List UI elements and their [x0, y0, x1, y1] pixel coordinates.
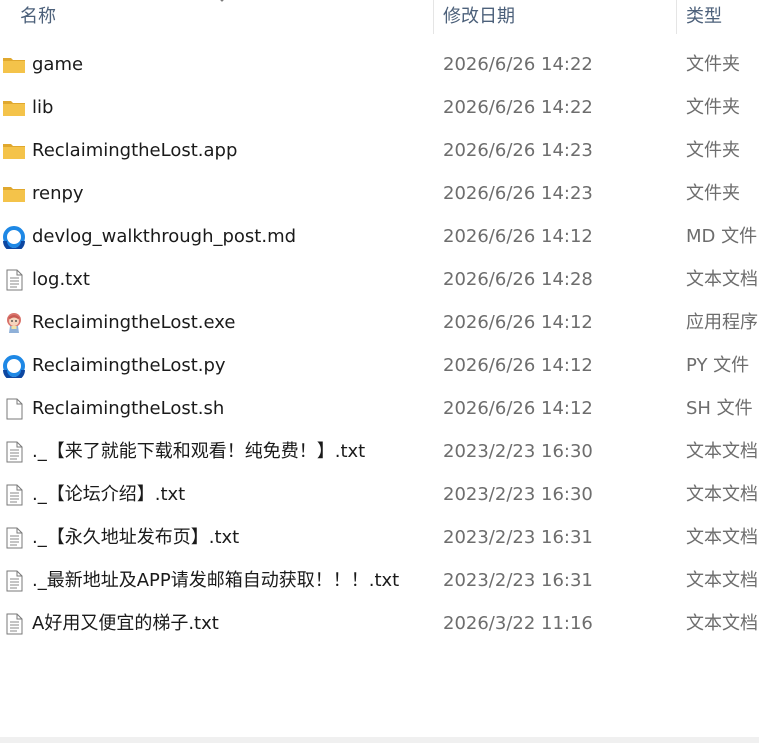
file-modified-date: 2026/6/26 14:23	[443, 183, 593, 204]
file-name: ._【论坛介绍】.txt	[32, 484, 186, 505]
file-modified-date: 2026/3/22 11:16	[443, 613, 593, 634]
column-header-name[interactable]: 名称	[20, 0, 56, 34]
ring-app-icon	[2, 354, 26, 381]
file-type: 文本文档	[686, 269, 758, 290]
file-type: PY 文件	[686, 355, 750, 376]
file-modified-date: 2023/2/23 16:31	[443, 570, 593, 591]
file-type: 文件夹	[686, 54, 740, 75]
file-type: 文本文档	[686, 613, 758, 634]
blank-file-icon	[2, 397, 26, 421]
file-type: 文本文档	[686, 527, 758, 548]
file-row[interactable]: ReclaimingtheLost.sh 2026/6/26 14:12 SH …	[0, 387, 759, 430]
file-name: ReclaimingtheLost.exe	[32, 312, 236, 333]
ring-app-icon	[2, 225, 26, 252]
column-divider[interactable]	[433, 0, 434, 34]
file-modified-date: 2026/6/26 14:23	[443, 140, 593, 161]
file-name: renpy	[32, 183, 84, 204]
file-type: 文本文档	[686, 484, 758, 505]
file-type: 应用程序	[686, 312, 758, 333]
text-file-icon	[2, 440, 26, 464]
file-modified-date: 2026/6/26 14:22	[443, 54, 593, 75]
file-row[interactable]: lib 2026/6/26 14:22 文件夹	[0, 86, 759, 129]
text-file-icon	[2, 483, 26, 507]
file-name: ReclaimingtheLost.py	[32, 355, 226, 376]
file-modified-date: 2026/6/26 14:12	[443, 355, 593, 376]
file-name: lib	[32, 97, 54, 118]
column-header-modified[interactable]: 修改日期	[443, 0, 515, 34]
file-row[interactable]: ReclaimingtheLost.py 2026/6/26 14:12 PY …	[0, 344, 759, 387]
folder-icon	[2, 96, 26, 120]
file-type: 文本文档	[686, 441, 758, 462]
file-type: 文本文档	[686, 570, 758, 591]
file-name: ReclaimingtheLost.app	[32, 140, 238, 161]
file-list: game 2026/6/26 14:22 文件夹 lib 2026/6/26 1…	[0, 43, 759, 645]
column-header-type[interactable]: 类型	[686, 0, 722, 34]
file-type: 文件夹	[686, 183, 740, 204]
file-modified-date: 2023/2/23 16:31	[443, 527, 593, 548]
text-file-icon	[2, 569, 26, 593]
file-row[interactable]: ._最新地址及APP请发邮箱自动获取！！！.txt 2023/2/23 16:3…	[0, 559, 759, 602]
file-row[interactable]: ReclaimingtheLost.app 2026/6/26 14:23 文件…	[0, 129, 759, 172]
file-row[interactable]: ._【来了就能下载和观看！纯免费！】.txt 2023/2/23 16:30 文…	[0, 430, 759, 473]
file-type: 文件夹	[686, 97, 740, 118]
folder-icon	[2, 53, 26, 77]
file-modified-date: 2026/6/26 14:12	[443, 312, 593, 333]
file-row[interactable]: log.txt 2026/6/26 14:28 文本文档	[0, 258, 759, 301]
text-file-icon	[2, 526, 26, 550]
file-name: ._最新地址及APP请发邮箱自动获取！！！.txt	[32, 570, 400, 591]
file-modified-date: 2026/6/26 14:12	[443, 398, 593, 419]
file-modified-date: 2026/6/26 14:22	[443, 97, 593, 118]
file-modified-date: 2026/6/26 14:28	[443, 269, 593, 290]
sort-caret-icon	[220, 0, 224, 2]
file-row[interactable]: game 2026/6/26 14:22 文件夹	[0, 43, 759, 86]
text-file-icon	[2, 612, 26, 636]
file-row[interactable]: A好用又便宜的梯子.txt 2026/3/22 11:16 文本文档	[0, 602, 759, 645]
text-file-icon	[2, 268, 26, 292]
file-row[interactable]: renpy 2026/6/26 14:23 文件夹	[0, 172, 759, 215]
file-modified-date: 2023/2/23 16:30	[443, 484, 593, 505]
file-row[interactable]: ReclaimingtheLost.exe 2026/6/26 14:12 应用…	[0, 301, 759, 344]
file-name: ReclaimingtheLost.sh	[32, 398, 225, 419]
file-name: A好用又便宜的梯子.txt	[32, 613, 219, 634]
file-name: game	[32, 54, 84, 75]
horizontal-scrollbar[interactable]	[0, 737, 759, 743]
file-type: 文件夹	[686, 140, 740, 161]
file-type: SH 文件	[686, 398, 753, 419]
file-row[interactable]: devlog_walkthrough_post.md 2026/6/26 14:…	[0, 215, 759, 258]
folder-icon	[2, 139, 26, 163]
file-name: ._【来了就能下载和观看！纯免费！】.txt	[32, 441, 366, 462]
file-type: MD 文件	[686, 226, 758, 247]
file-explorer-view: 名称 修改日期 类型 game 2026/6/26 14:22 文件夹 lib …	[0, 0, 759, 743]
column-header: 名称 修改日期 类型	[0, 0, 759, 34]
file-name: ._【永久地址发布页】.txt	[32, 527, 240, 548]
folder-icon	[2, 182, 26, 206]
file-row[interactable]: ._【论坛介绍】.txt 2023/2/23 16:30 文本文档	[0, 473, 759, 516]
file-modified-date: 2023/2/23 16:30	[443, 441, 593, 462]
file-name: devlog_walkthrough_post.md	[32, 226, 297, 247]
game-character-icon	[2, 311, 26, 335]
file-row[interactable]: ._【永久地址发布页】.txt 2023/2/23 16:31 文本文档	[0, 516, 759, 559]
column-divider[interactable]	[676, 0, 677, 34]
file-name: log.txt	[32, 269, 90, 290]
file-modified-date: 2026/6/26 14:12	[443, 226, 593, 247]
